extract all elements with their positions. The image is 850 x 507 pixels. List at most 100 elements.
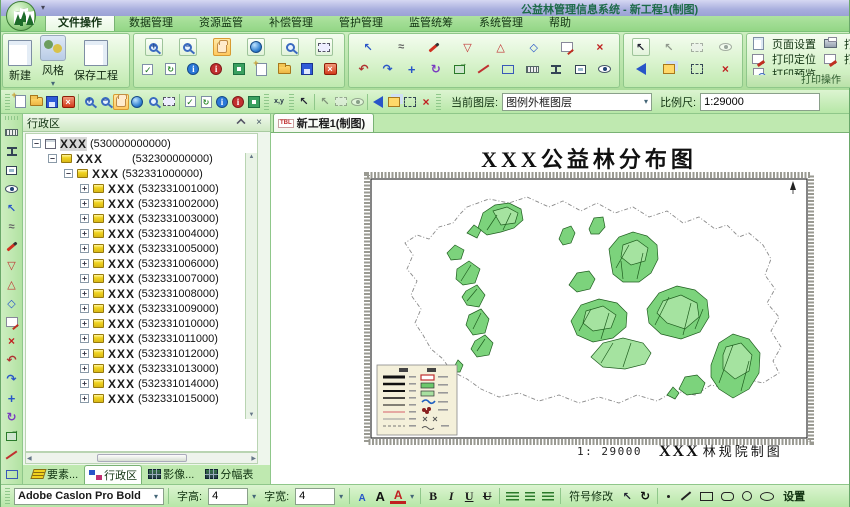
- zoom-in-button[interactable]: [145, 38, 163, 56]
- tree-vertical-scrollbar[interactable]: ▲ ▼: [245, 153, 257, 419]
- scroll-left-icon[interactable]: ◀: [27, 455, 32, 462]
- expand-icon[interactable]: +: [80, 394, 89, 403]
- vt-measure-height-button[interactable]: [3, 142, 21, 160]
- vt-line-button[interactable]: [3, 446, 21, 464]
- qt-open-button[interactable]: [28, 94, 44, 110]
- rotate-button[interactable]: [427, 60, 445, 78]
- qt-send-back-button[interactable]: [370, 94, 386, 110]
- group-objects-button[interactable]: [688, 60, 706, 78]
- send-to-back-button[interactable]: [632, 60, 650, 78]
- vt-select-arrow-button[interactable]: [3, 199, 21, 217]
- print-output2-button[interactable]: 打印输出: [840, 51, 850, 67]
- draw-pen-button[interactable]: [425, 38, 443, 56]
- lasso-select-button[interactable]: [392, 38, 410, 56]
- tab-imagery[interactable]: 影像...: [143, 464, 199, 484]
- print-locate-button[interactable]: 打印定位: [768, 51, 820, 67]
- chevron-down-icon[interactable]: ▾: [252, 492, 256, 501]
- scrollbar-thumb[interactable]: [97, 454, 187, 462]
- qt-full-extent-button[interactable]: [129, 94, 145, 110]
- vt-move-button[interactable]: [3, 389, 21, 407]
- expand-icon[interactable]: +: [80, 379, 89, 388]
- vt-layer-button[interactable]: [3, 427, 21, 445]
- qt-close-button[interactable]: [60, 94, 76, 110]
- full-extent-button[interactable]: [247, 38, 265, 56]
- vt-frame-button[interactable]: [3, 161, 21, 179]
- expand-icon[interactable]: +: [80, 304, 89, 313]
- align-right-button[interactable]: [540, 488, 556, 504]
- draw-rounded-rect-button[interactable]: [721, 492, 734, 501]
- measure-distance-button[interactable]: [523, 60, 541, 78]
- select-by-rect-button[interactable]: [688, 38, 706, 56]
- zoom-free-button[interactable]: [281, 38, 299, 56]
- draw-line-button[interactable]: [681, 491, 691, 500]
- qt-new-button[interactable]: [12, 94, 28, 110]
- qt-select-check-button[interactable]: [182, 94, 198, 110]
- expand-icon[interactable]: +: [80, 259, 89, 268]
- symbol-modify-button[interactable]: 符号修改: [565, 488, 617, 504]
- draw-polyline-button[interactable]: [458, 38, 476, 56]
- italic-button[interactable]: I: [443, 489, 459, 504]
- qt-zoom-out-button[interactable]: [97, 94, 113, 110]
- draw-line-button[interactable]: [475, 60, 493, 78]
- delete-selection-button[interactable]: [716, 60, 734, 78]
- scroll-up-icon[interactable]: ▲: [249, 154, 255, 160]
- underline-button[interactable]: U: [461, 489, 477, 504]
- qt-identify-button[interactable]: [214, 94, 230, 110]
- document-tab[interactable]: TBL 新工程1(制图): [273, 113, 374, 132]
- tree-node-town[interactable]: +XXX(532331013000): [26, 361, 257, 376]
- expand-icon[interactable]: +: [80, 349, 89, 358]
- expand-icon[interactable]: +: [80, 274, 89, 283]
- tree-node-town[interactable]: +XXX(532331004000): [26, 226, 257, 241]
- redo-button[interactable]: [379, 60, 397, 78]
- qt-zoom-free-button[interactable]: [145, 94, 161, 110]
- toolbar-grip[interactable]: [5, 94, 10, 110]
- char-height-input[interactable]: [208, 488, 248, 505]
- print-output-button[interactable]: 打印输出: [840, 36, 850, 52]
- tree-node-town[interactable]: +XXX(532331007000): [26, 271, 257, 286]
- scroll-down-icon[interactable]: ▼: [249, 412, 255, 418]
- toolbar-grip[interactable]: [5, 116, 19, 120]
- font-shrink-button[interactable]: A: [354, 488, 370, 504]
- expand-icon[interactable]: +: [80, 199, 89, 208]
- chevron-down-icon[interactable]: ▾: [339, 492, 343, 501]
- quick-access-chevron-icon[interactable]: ▾: [41, 3, 45, 12]
- tree-node-town[interactable]: +XXX(532331008000): [26, 286, 257, 301]
- edit-attributes-button[interactable]: [558, 38, 576, 56]
- visibility-button[interactable]: [595, 60, 613, 78]
- tree-node-town[interactable]: +XXX(532331015000): [26, 391, 257, 406]
- move-button[interactable]: [403, 60, 421, 78]
- vt-rotate-button[interactable]: [3, 408, 21, 426]
- close-doc-button[interactable]: [321, 60, 339, 78]
- tree-node-town[interactable]: +XXX(532331014000): [26, 376, 257, 391]
- toolbar-grip[interactable]: [289, 94, 294, 110]
- qt-select-circle-button[interactable]: [349, 94, 365, 110]
- toolbar-grip[interactable]: [5, 488, 10, 504]
- save-doc-button[interactable]: [298, 60, 316, 78]
- expand-icon[interactable]: +: [80, 244, 89, 253]
- qt-pointer-button[interactable]: [296, 94, 312, 110]
- tree-node-town[interactable]: +XXX(532331003000): [26, 211, 257, 226]
- qt-select-rect-button[interactable]: [333, 94, 349, 110]
- vt-edit-button[interactable]: [3, 313, 21, 331]
- qt-pan-button[interactable]: [113, 94, 129, 110]
- char-width-input[interactable]: [295, 488, 335, 505]
- refresh-doc-button[interactable]: [162, 60, 180, 78]
- qt-attribute-info-button[interactable]: [230, 94, 246, 110]
- tree-node-town[interactable]: +XXX(532331011000): [26, 331, 257, 346]
- pin-icon[interactable]: [234, 116, 248, 129]
- tab-sheet-index[interactable]: 分幅表: [200, 464, 258, 484]
- vt-redo-button[interactable]: [3, 370, 21, 388]
- pointer-select-button[interactable]: [632, 38, 650, 56]
- save-project-button[interactable]: 保存工程: [72, 39, 120, 84]
- font-grow-button[interactable]: A: [372, 488, 388, 504]
- chevron-down-icon[interactable]: ▾: [410, 492, 414, 501]
- draw-polygon-button[interactable]: [492, 38, 510, 56]
- draw-diamond-button[interactable]: [525, 38, 543, 56]
- tab-features[interactable]: 要素...: [27, 464, 83, 484]
- vt-delete-button[interactable]: [3, 332, 21, 350]
- collapse-icon[interactable]: −: [32, 139, 41, 148]
- toolbar-grip[interactable]: [264, 94, 269, 110]
- vt-visibility-button[interactable]: [3, 180, 21, 198]
- draw-rectangle-button[interactable]: [700, 492, 713, 501]
- tree-horizontal-scrollbar[interactable]: ◀ ▶: [25, 452, 258, 464]
